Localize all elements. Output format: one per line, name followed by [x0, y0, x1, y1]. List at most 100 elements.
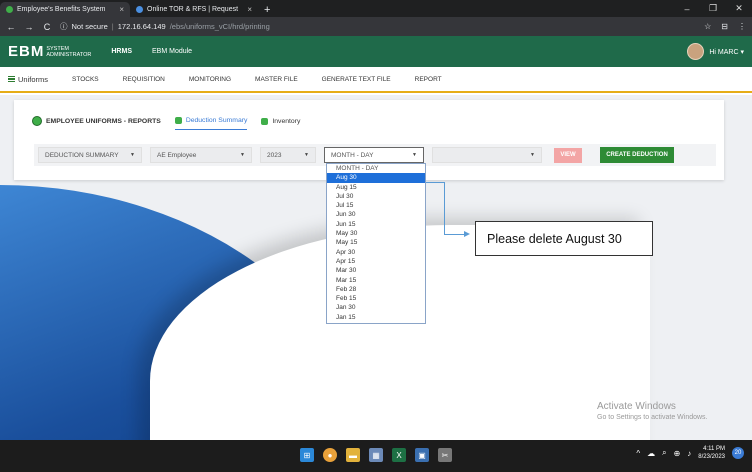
- dropdown-option[interactable]: May 15: [327, 238, 425, 247]
- browser-tab-strip: Employee's Benefits System × Online TOR …: [0, 0, 752, 17]
- close-tab-icon[interactable]: ×: [119, 5, 124, 14]
- activate-windows-watermark: Activate Windows Go to Settings to activ…: [597, 401, 708, 421]
- app-header: EBM SYSTEM ADMINISTRATOR HRMS EBM Module …: [0, 36, 752, 67]
- nav-uniforms[interactable]: Uniforms: [6, 75, 60, 84]
- annotation-arrow: [444, 234, 466, 235]
- close-tab-icon[interactable]: ×: [247, 5, 252, 14]
- close-window-icon[interactable]: ✕: [726, 3, 752, 14]
- dropdown-option[interactable]: Aug 15: [327, 183, 425, 192]
- clock[interactable]: 4:11 PM 8/23/2023: [698, 445, 725, 461]
- url-host: 172.16.64.149: [117, 22, 166, 31]
- create-deduction-button[interactable]: CREATE DEDUCTION: [600, 147, 674, 163]
- dropdown-option[interactable]: Feb 28: [327, 285, 425, 294]
- tab-inventory[interactable]: Inventory: [261, 117, 300, 130]
- browser-actions: ☆ ⊟ ⋮: [704, 22, 746, 31]
- ebm-module-link[interactable]: EBM Module: [152, 48, 192, 55]
- ebm-logo[interactable]: EBM SYSTEM ADMINISTRATOR: [8, 43, 91, 60]
- nav-master-file[interactable]: MASTER FILE: [243, 76, 310, 83]
- dropdown-option-selected[interactable]: Aug 30: [327, 173, 425, 183]
- new-tab-button[interactable]: +: [258, 2, 276, 17]
- profile-icon[interactable]: ⊟: [721, 22, 728, 31]
- reload-icon[interactable]: C: [42, 22, 52, 32]
- dropdown-header[interactable]: MONTH - DAY: [327, 164, 425, 173]
- nav-stocks[interactable]: STOCKS: [60, 76, 111, 83]
- logo-text: EBM: [8, 43, 45, 60]
- dropdown-option[interactable]: Jan 15: [327, 313, 425, 322]
- chevron-down-icon: ▼: [130, 152, 135, 158]
- reports-badge-icon: [32, 116, 42, 126]
- report-type-select[interactable]: DEDUCTION SUMMARY ▼: [38, 147, 142, 163]
- dropdown-option[interactable]: Jul 30: [327, 192, 425, 201]
- nav-requisition[interactable]: REQUISITION: [111, 76, 177, 83]
- url-separator: |: [111, 22, 114, 31]
- dropdown-option[interactable]: Jul 15: [327, 201, 425, 210]
- hamburger-icon: [8, 76, 15, 82]
- dropdown-option[interactable]: Apr 15: [327, 257, 425, 266]
- year-select[interactable]: 2023 ▼: [260, 147, 316, 163]
- report-icon: [174, 117, 182, 124]
- address-bar: ← → C ⓘ Not secure | 172.16.64.149/ebs/u…: [0, 17, 752, 36]
- dropdown-option[interactable]: May 30: [327, 229, 425, 238]
- pen-icon[interactable]: ⌕: [662, 448, 666, 458]
- report-tabs: EMPLOYEE UNIFORMS - REPORTS Deduction Su…: [32, 116, 300, 131]
- tab-online-tor[interactable]: Online TOR & RFS | Request ×: [130, 2, 258, 17]
- back-icon[interactable]: ←: [6, 22, 16, 32]
- info-icon: ⓘ: [60, 22, 68, 31]
- forward-icon[interactable]: →: [24, 22, 34, 32]
- tab-title: Online TOR & RFS | Request: [147, 6, 239, 13]
- dropdown-option[interactable]: Mar 30: [327, 266, 425, 275]
- chevron-down-icon: ▼: [530, 152, 535, 158]
- nav-report[interactable]: REPORT: [403, 76, 454, 83]
- url-path: /ebs/uniforms_vCI/hrd/printing: [169, 22, 270, 31]
- tab-deduction-summary[interactable]: Deduction Summary: [174, 117, 248, 130]
- avatar: [687, 43, 705, 60]
- month-day-select[interactable]: MONTH - DAY ▼: [324, 147, 424, 163]
- dropdown-option[interactable]: Mar 15: [327, 276, 425, 285]
- user-menu[interactable]: Hi MARC ▾: [687, 43, 744, 60]
- volume-icon[interactable]: ♪: [687, 449, 691, 458]
- annotation-connector: [426, 182, 445, 183]
- network-icon[interactable]: ⊕: [674, 449, 681, 458]
- annotation-connector: [444, 182, 445, 235]
- restore-icon[interactable]: ❐: [700, 3, 726, 14]
- menu-kebab-icon[interactable]: ⋮: [738, 22, 746, 31]
- bookmark-star-icon[interactable]: ☆: [704, 22, 711, 31]
- tray-overflow-icon[interactable]: ^: [636, 449, 640, 458]
- nav-monitoring[interactable]: MONITORING: [177, 76, 243, 83]
- excel-icon[interactable]: X: [392, 448, 406, 462]
- dropdown-option[interactable]: Apr 30: [327, 248, 425, 257]
- hrms-link[interactable]: HRMS: [111, 48, 132, 55]
- employee-type-select[interactable]: AE Employee ▼: [150, 147, 252, 163]
- snipping-tool-icon[interactable]: ✂: [438, 448, 452, 462]
- system-tray: ^ ☁ ⌕ ⊕ ♪ 4:11 PM 8/23/2023 20: [636, 445, 744, 461]
- chrome-icon[interactable]: ●: [323, 448, 337, 462]
- window-controls: – ❐ ✕: [674, 0, 752, 17]
- security-label: Not secure: [71, 22, 108, 31]
- dropdown-option[interactable]: Jan 30: [327, 303, 425, 312]
- dropdown-option[interactable]: Feb 15: [327, 294, 425, 303]
- favicon-icon: [136, 6, 143, 13]
- favicon-icon: [6, 6, 13, 13]
- nav-generate-text-file[interactable]: GENERATE TEXT FILE: [310, 76, 403, 83]
- secondary-select[interactable]: ▼: [432, 147, 542, 163]
- file-explorer-icon[interactable]: ▬: [346, 448, 360, 462]
- start-windows-icon[interactable]: ⊞: [300, 448, 314, 462]
- remote-desktop-icon[interactable]: ▣: [415, 448, 429, 462]
- windows-taskbar: ⊞ ● ▬ ▦ X ▣ ✂ ^ ☁ ⌕ ⊕ ♪ 4:11 PM 8/23/202…: [0, 440, 752, 472]
- dropdown-option[interactable]: Jun 15: [327, 220, 425, 229]
- logo-subtext: SYSTEM ADMINISTRATOR: [46, 45, 92, 58]
- calculator-icon[interactable]: ▦: [369, 448, 383, 462]
- arrow-right-icon: [464, 231, 470, 237]
- tab-title: Employee's Benefits System: [17, 6, 106, 13]
- notification-badge[interactable]: 20: [732, 447, 744, 459]
- taskbar-apps: ⊞ ● ▬ ▦ X ▣ ✂: [300, 448, 452, 462]
- user-greeting: Hi MARC ▾: [709, 48, 744, 56]
- minimize-icon[interactable]: –: [674, 4, 700, 14]
- view-button[interactable]: VIEW: [554, 147, 582, 163]
- url-field[interactable]: ⓘ Not secure | 172.16.64.149/ebs/uniform…: [60, 21, 270, 32]
- chevron-down-icon: ▼: [240, 152, 245, 158]
- reports-title: EMPLOYEE UNIFORMS - REPORTS: [32, 116, 161, 131]
- dropdown-option[interactable]: Jun 30: [327, 210, 425, 219]
- tab-employees-benefits[interactable]: Employee's Benefits System ×: [0, 2, 130, 17]
- cloud-icon[interactable]: ☁: [647, 449, 655, 458]
